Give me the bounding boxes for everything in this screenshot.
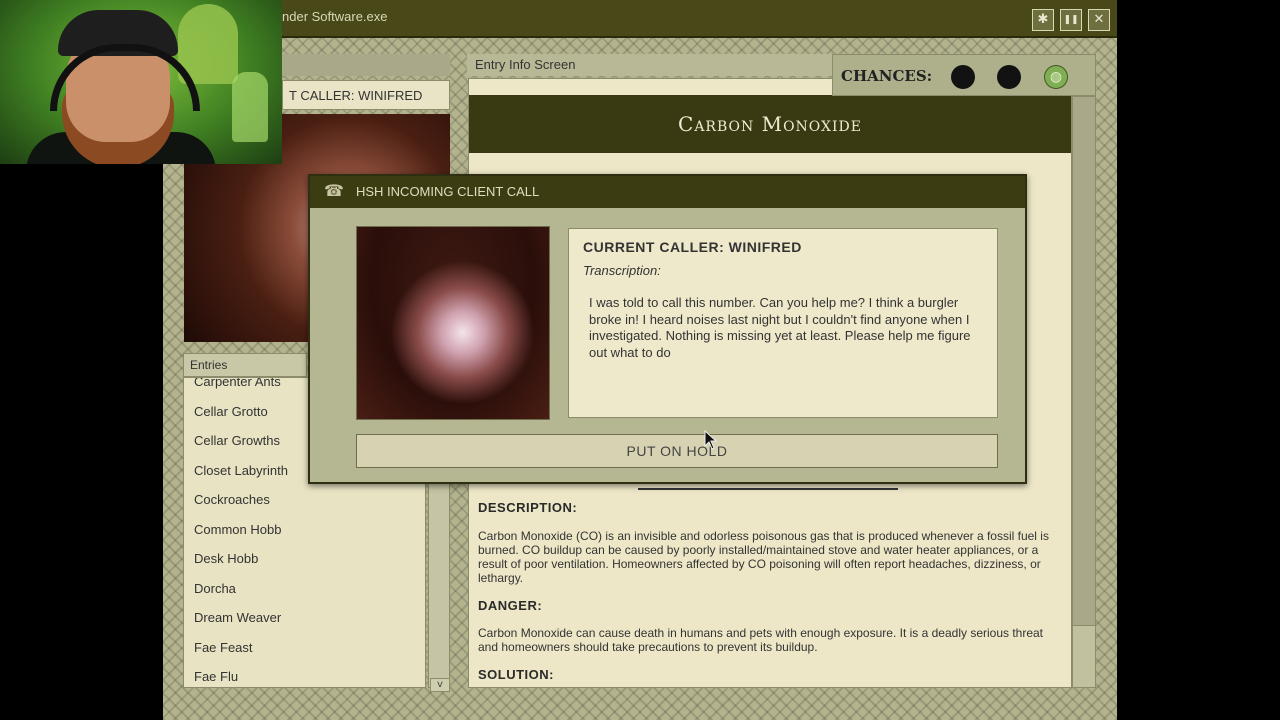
phone-icon: ☎ <box>324 183 344 200</box>
list-item[interactable]: Cellar Grotto <box>194 404 268 419</box>
caller-portrait <box>356 226 550 420</box>
solution-title: SOLUTION: <box>478 667 554 682</box>
mouse-cursor-icon <box>704 430 718 450</box>
list-item[interactable]: Fae Feast <box>194 640 253 655</box>
info-screen-header: Entry Info Screen <box>467 54 837 76</box>
pause-icon[interactable]: ❚❚ <box>1060 9 1082 31</box>
list-item[interactable]: Cellar Growths <box>194 433 280 448</box>
entries-header: Entries <box>183 353 307 377</box>
list-item[interactable]: Dream Weaver <box>194 610 281 625</box>
description-title: DESCRIPTION: <box>478 500 578 515</box>
danger-title: DANGER: <box>478 598 543 613</box>
info-scrollbar-thumb[interactable] <box>1072 96 1096 626</box>
current-caller-tab[interactable]: T CALLER: WINIFRED <box>282 80 450 110</box>
entity-title: Carbon Monoxide <box>469 95 1071 153</box>
left-panel-header <box>282 54 450 76</box>
put-on-hold-button[interactable]: PUT ON HOLD <box>356 434 998 468</box>
list-item[interactable]: Desk Hobb <box>194 551 258 566</box>
window-title: nder Software.exe <box>282 9 388 24</box>
settings-icon[interactable]: ✱ <box>1032 9 1054 31</box>
description-text: Carbon Monoxide (CO) is an invisible and… <box>478 529 1049 585</box>
list-item[interactable]: Dorcha <box>194 581 236 596</box>
current-caller-label: CURRENT CALLER: WINIFRED <box>583 239 802 255</box>
chance-used-dot <box>951 65 975 89</box>
transcription-label: Transcription: <box>583 263 661 278</box>
close-icon[interactable]: ✕ <box>1088 9 1110 31</box>
list-item[interactable]: Cockroaches <box>194 492 270 507</box>
chance-used-dot <box>997 65 1021 89</box>
list-item[interactable]: Closet Labyrinth <box>194 463 288 478</box>
transcription-text: I was told to call this number. Can you … <box>589 295 971 360</box>
list-item[interactable]: Common Hobb <box>194 522 281 537</box>
chances-indicator: CHANCES: ◍ <box>832 54 1096 96</box>
incoming-call-dialog: ☎ HSH INCOMING CLIENT CALL CURRENT CALLE… <box>308 174 1027 484</box>
webcam-figurine <box>232 72 268 142</box>
dialog-title-bar: ☎ HSH INCOMING CLIENT CALL <box>310 176 1025 208</box>
scroll-down-button[interactable]: v <box>430 678 450 692</box>
chances-label: CHANCES: <box>841 67 933 85</box>
webcam-overlay <box>0 0 282 164</box>
dialog-title: HSH INCOMING CLIENT CALL <box>356 184 540 199</box>
danger-text: Carbon Monoxide can cause death in human… <box>478 626 1044 654</box>
list-item[interactable]: Fae Flu <box>194 669 238 684</box>
transcription-box: CURRENT CALLER: WINIFRED Transcription: … <box>568 228 998 418</box>
globe-icon: ◍ <box>1044 65 1068 89</box>
list-item[interactable]: Carpenter Ants <box>194 378 281 389</box>
entries-scrollbar[interactable] <box>428 480 450 688</box>
